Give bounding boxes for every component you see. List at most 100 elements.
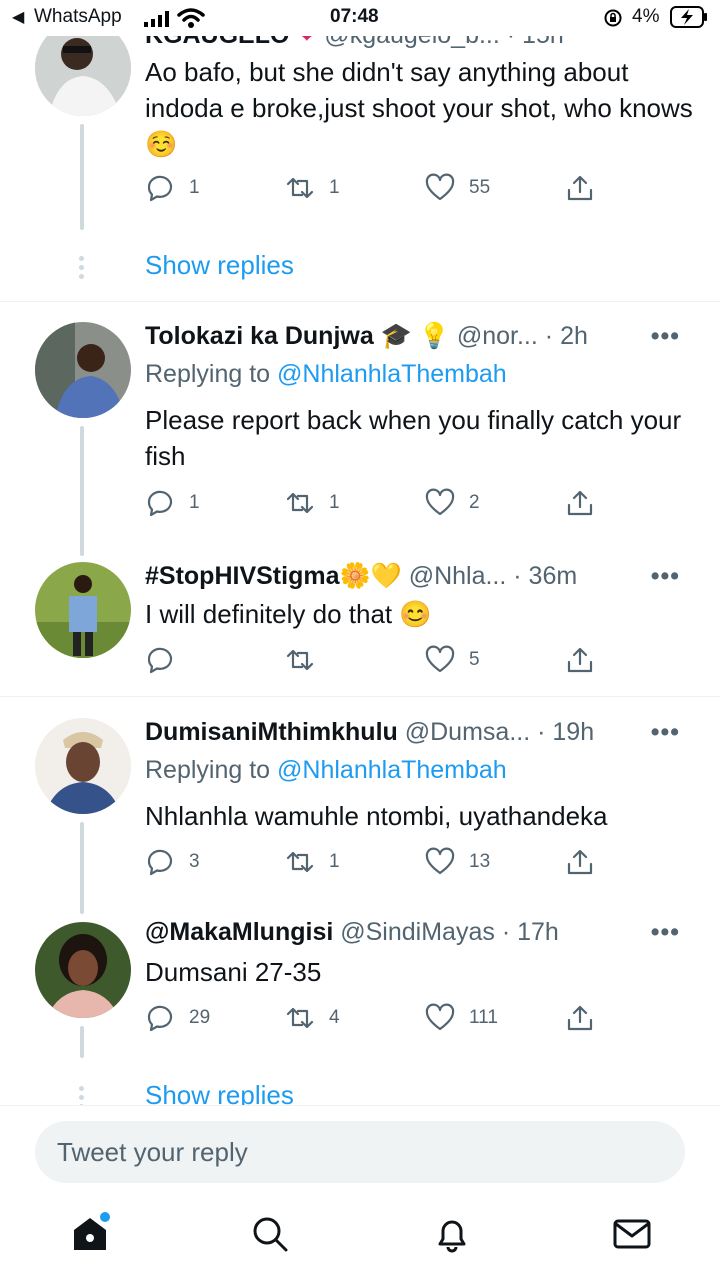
replying-to: Replying to @NhlanhlaThembah	[145, 756, 507, 785]
mention-link[interactable]: @NhlanhlaThembah	[277, 756, 507, 784]
back-app-label[interactable]: WhatsApp	[34, 6, 122, 28]
messages-icon	[613, 1219, 651, 1249]
more-options-icon[interactable]: •••	[651, 562, 680, 591]
tweet-meta: #StopHIVStigma🌼💛 @Nhla... · 36m •••	[145, 562, 690, 598]
tweet-reply-input[interactable]	[35, 1121, 685, 1183]
tweet-meta: Tolokazi ka Dunjwa 🎓 💡 @nor... · 2h •••	[145, 322, 690, 358]
tweet-time: · 2h	[544, 322, 588, 350]
like-button[interactable]: 2	[425, 485, 480, 521]
share-icon	[567, 849, 593, 875]
retweet-button[interactable]	[285, 642, 329, 678]
tweet-time: · 19h	[537, 718, 595, 746]
battery-percentage: 4%	[632, 6, 660, 27]
like-icon	[425, 847, 455, 875]
retweet-icon	[286, 649, 314, 671]
retweet-count: 1	[329, 492, 340, 513]
retweet-icon	[286, 1007, 314, 1029]
nav-search[interactable]	[250, 1214, 290, 1254]
like-button[interactable]: 55	[425, 170, 490, 206]
avatar[interactable]	[35, 922, 131, 1018]
tweet-actions: 1 1 2	[145, 485, 615, 521]
reply-button[interactable]: 1	[145, 170, 200, 206]
nav-messages[interactable]	[612, 1214, 652, 1254]
status-bar: ◀ WhatsApp 07:48 4%	[0, 0, 720, 36]
tweet-actions: 5	[145, 642, 615, 678]
like-icon	[425, 1003, 455, 1031]
like-count: 5	[469, 649, 480, 670]
avatar[interactable]	[35, 562, 131, 658]
author-handle[interactable]: @Dumsa...	[405, 718, 530, 746]
reply-button[interactable]: 1	[145, 485, 200, 521]
like-button[interactable]: 111	[425, 1000, 498, 1036]
share-button[interactable]	[565, 844, 595, 880]
tweet-actions: 3 1 13	[145, 844, 615, 880]
author-handle[interactable]: @nor...	[457, 322, 538, 350]
reply-button[interactable]	[145, 642, 189, 678]
mention-link[interactable]: @NhlanhlaThembah	[277, 360, 507, 388]
like-count: 55	[469, 177, 491, 198]
reply-count: 29	[189, 1007, 211, 1028]
replying-prefix: Replying to	[145, 360, 271, 388]
more-options-icon[interactable]: •••	[651, 322, 680, 351]
share-icon	[567, 490, 593, 516]
reply-button[interactable]: 29	[145, 1000, 210, 1036]
tweet-actions: 1 1 55	[145, 170, 615, 206]
share-button[interactable]	[565, 170, 595, 206]
author-name[interactable]: Tolokazi ka Dunjwa 🎓 💡	[145, 322, 450, 350]
retweet-icon	[286, 177, 314, 199]
thread-line	[80, 1026, 84, 1058]
divider	[0, 696, 720, 697]
bottom-navigation	[0, 1190, 720, 1280]
back-arrow-icon[interactable]: ◀	[12, 7, 24, 27]
author-name[interactable]: @MakaMlungisi	[145, 918, 333, 946]
thread-line	[80, 426, 84, 556]
more-options-icon[interactable]: •••	[651, 718, 680, 747]
thread-line	[80, 124, 84, 230]
like-button[interactable]: 5	[425, 642, 480, 678]
author-name[interactable]: #StopHIVStigma🌼💛	[145, 562, 402, 590]
show-replies-link[interactable]: Show replies	[145, 250, 294, 281]
author-handle[interactable]: @Nhla...	[409, 562, 507, 590]
clock: 07:48	[330, 6, 379, 27]
author-handle[interactable]: @SindiMayas	[340, 918, 495, 946]
tweet-body: I will definitely do that 😊	[145, 599, 432, 629]
share-icon	[567, 1005, 593, 1031]
retweet-button[interactable]: 4	[285, 1000, 340, 1036]
retweet-count: 4	[329, 1007, 340, 1028]
tweet-body: Dumsani 27-35	[145, 957, 322, 987]
nav-notifications[interactable]	[432, 1214, 472, 1254]
wifi-icon	[177, 8, 205, 28]
tweet-meta: DumisaniMthimkhulu @Dumsa... · 19h •••	[145, 718, 690, 754]
avatar[interactable]	[35, 718, 131, 814]
retweet-count: 1	[329, 851, 340, 872]
more-options-icon[interactable]: •••	[651, 918, 680, 947]
reply-icon	[147, 175, 173, 202]
tweet-body: Ao bafo, but she didn't say anything abo…	[145, 57, 693, 159]
divider	[0, 301, 720, 302]
share-button[interactable]	[565, 1000, 595, 1036]
notification-dot	[100, 1212, 110, 1222]
tweet-body: Please report back when you finally catc…	[145, 405, 682, 471]
like-icon	[425, 488, 455, 516]
retweet-icon	[286, 851, 314, 873]
share-icon	[567, 175, 593, 201]
search-icon	[253, 1217, 288, 1252]
reply-icon	[147, 849, 173, 876]
reply-icon	[147, 647, 173, 674]
share-button[interactable]	[565, 485, 595, 521]
tweet-body: Nhlanhla wamuhle ntombi, uyathandeka	[145, 801, 608, 831]
like-count: 111	[469, 1007, 498, 1028]
share-button[interactable]	[565, 642, 595, 678]
retweet-button[interactable]: 1	[285, 844, 340, 880]
retweet-button[interactable]: 1	[285, 485, 340, 521]
like-button[interactable]: 13	[425, 844, 490, 880]
reply-icon	[147, 1005, 173, 1032]
avatar[interactable]	[35, 322, 131, 418]
author-name[interactable]: DumisaniMthimkhulu	[145, 718, 398, 746]
like-icon	[425, 173, 455, 201]
replying-prefix: Replying to	[145, 756, 271, 784]
retweet-icon	[286, 492, 314, 514]
reply-button[interactable]: 3	[145, 844, 200, 880]
thread-dots	[79, 256, 85, 283]
retweet-button[interactable]: 1	[285, 170, 340, 206]
